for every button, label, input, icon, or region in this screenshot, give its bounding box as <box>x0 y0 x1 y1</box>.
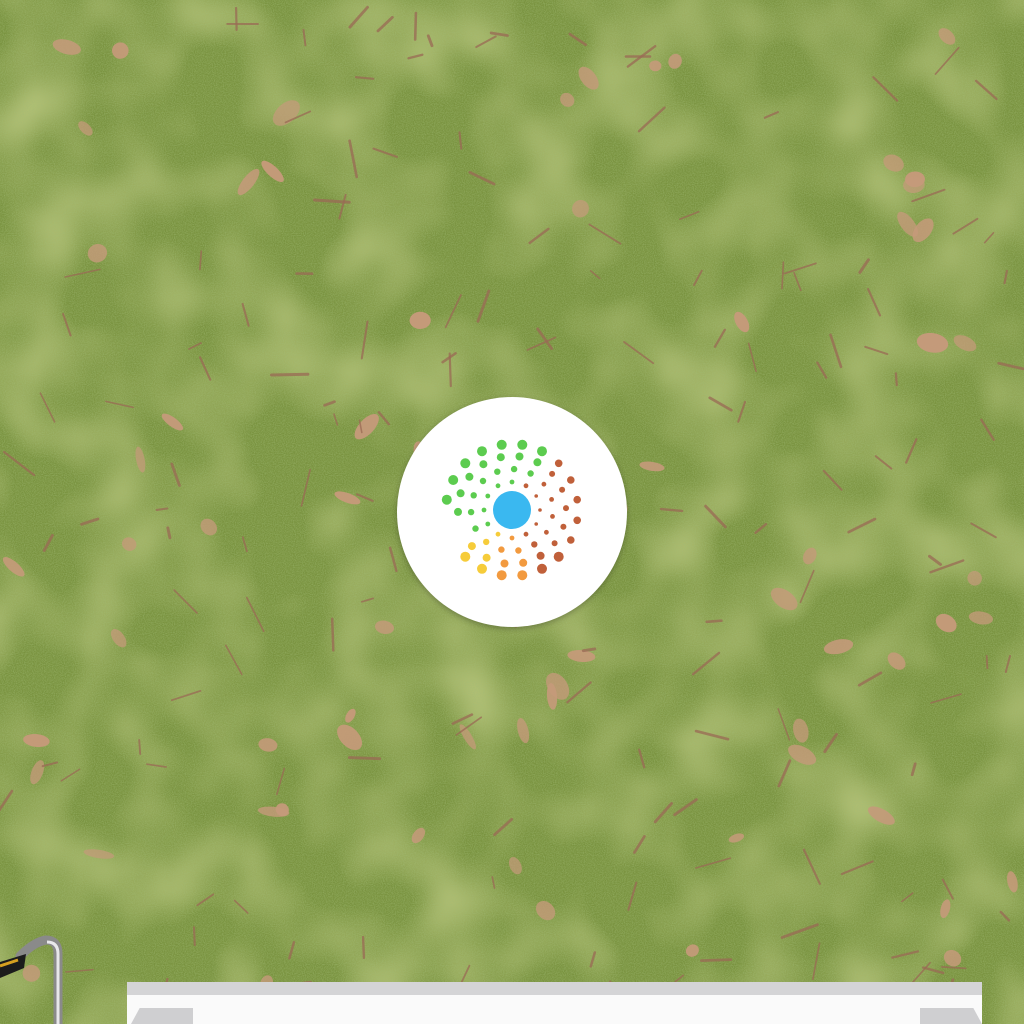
burst-dot <box>448 475 459 485</box>
burst-dot <box>523 483 529 489</box>
burst-dot <box>496 439 507 450</box>
pine-needle <box>330 617 335 652</box>
burst-dot <box>494 468 501 475</box>
burst-dot <box>485 493 491 499</box>
burst-dot <box>467 508 475 516</box>
burst-dot <box>510 465 518 473</box>
pine-needle <box>270 372 310 377</box>
burst-dot <box>517 439 528 450</box>
burst-dot <box>523 531 529 537</box>
platform-top <box>127 982 982 995</box>
platform-cap-left <box>131 1008 193 1024</box>
burst-dot <box>460 551 471 562</box>
burst-dot <box>527 470 534 477</box>
burst-dot <box>456 489 465 498</box>
burst-dot <box>519 558 528 567</box>
burst-dot <box>573 516 581 525</box>
burst-dot <box>537 563 547 574</box>
burst-dot <box>515 547 522 554</box>
burst-dot <box>567 476 575 484</box>
burst-dot <box>460 458 471 469</box>
burst-dot <box>481 507 487 513</box>
platform-face <box>127 995 982 1024</box>
burst-dot <box>537 446 547 457</box>
burst-dot <box>550 514 555 519</box>
pine-needle <box>985 655 989 670</box>
pine-needle <box>700 958 733 962</box>
burst-dot <box>515 452 524 461</box>
dotted-sunburst-icon <box>441 439 581 581</box>
burst-dot <box>531 541 538 548</box>
burst-dot <box>517 570 528 581</box>
platform-ledge <box>127 982 982 1024</box>
burst-dot <box>477 446 487 457</box>
pine-needle <box>166 526 172 540</box>
burst-dot <box>495 483 501 489</box>
pine-needle <box>705 619 723 624</box>
target-disc[interactable] <box>397 397 627 627</box>
burst-dot <box>498 546 505 553</box>
burst-dot <box>533 458 542 467</box>
burst-dot <box>441 494 452 505</box>
burst-dot <box>479 460 488 469</box>
burst-dot <box>496 570 507 581</box>
pine-needle <box>581 647 597 653</box>
pine-needle <box>361 935 366 959</box>
burst-dot <box>551 540 558 547</box>
burst-dot <box>554 459 563 468</box>
burst-dot <box>534 522 538 526</box>
burst-dot <box>567 536 575 544</box>
burst-dot <box>553 551 564 562</box>
game-scene[interactable] <box>0 0 1024 1024</box>
burst-dot <box>509 535 515 541</box>
burst-dot <box>559 486 566 493</box>
burst-dot <box>477 563 487 574</box>
burst-dot <box>541 481 547 487</box>
burst-dot <box>495 531 501 537</box>
pine-needle <box>894 372 898 387</box>
burst-dot <box>509 479 515 485</box>
burst-dot <box>538 508 542 512</box>
platform-cap-right <box>920 1008 982 1024</box>
burst-dot <box>482 553 491 562</box>
pine-needle <box>448 352 452 388</box>
burst-dot <box>485 521 491 527</box>
burst-dot <box>573 495 581 504</box>
burst-dot <box>483 538 490 546</box>
pine-needle <box>155 507 169 511</box>
pine-needle <box>138 739 142 756</box>
burst-dot <box>467 542 476 551</box>
burst-dot <box>479 477 487 485</box>
burst-dot <box>549 470 556 477</box>
burst-dot <box>544 529 549 535</box>
burst-dot <box>534 494 538 498</box>
metal-handle-icon[interactable] <box>0 926 80 1024</box>
burst-dot <box>465 472 474 481</box>
center-dot <box>493 491 531 529</box>
burst-dot <box>496 453 505 462</box>
burst-dot <box>549 497 554 502</box>
burst-dot <box>472 525 479 532</box>
burst-dot <box>536 551 545 560</box>
burst-dot <box>454 507 462 516</box>
pine-needle <box>347 756 382 761</box>
burst-dot <box>500 559 509 568</box>
pine-needle <box>413 11 418 41</box>
burst-dot <box>560 523 567 530</box>
pine-needle <box>235 6 238 31</box>
burst-dot <box>563 505 569 512</box>
burst-dot <box>470 492 477 499</box>
pine-needle <box>192 926 196 947</box>
